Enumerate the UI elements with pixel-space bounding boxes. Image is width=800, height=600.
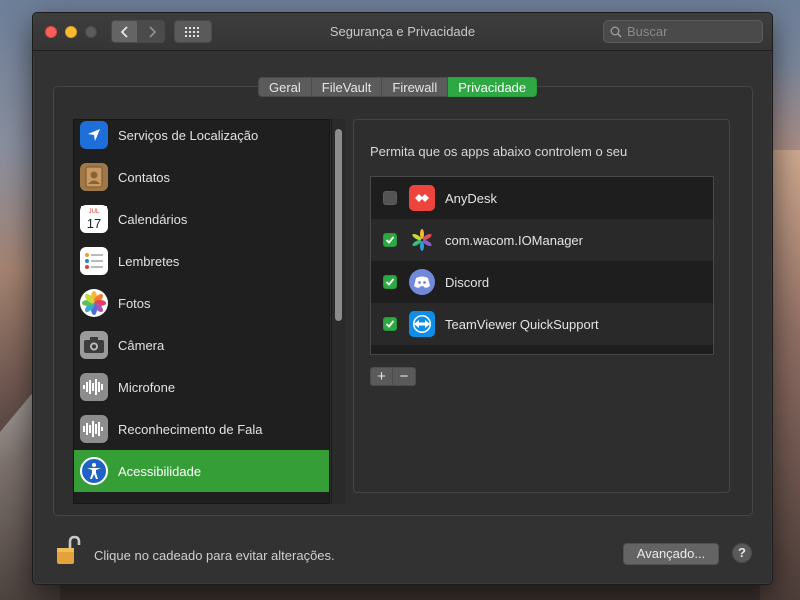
- remove-app-button[interactable]: −: [393, 367, 416, 386]
- title-bar: Segurança e Privacidade: [33, 13, 772, 51]
- sidebar-item-photos[interactable]: Fotos: [74, 282, 329, 324]
- app-checkbox[interactable]: [383, 233, 397, 247]
- teamviewer-icon: [409, 311, 435, 337]
- tab-geral[interactable]: Geral: [258, 77, 312, 97]
- app-row-teamviewer[interactable]: TeamViewer QuickSupport: [371, 303, 713, 345]
- svg-text:17: 17: [87, 216, 101, 231]
- discord-icon: [409, 269, 435, 295]
- sidebar-item-location[interactable]: Serviços de Localização: [74, 120, 329, 156]
- search-field[interactable]: [603, 20, 763, 43]
- app-list[interactable]: AnyDesk com.wacom.IOManager Discord Team…: [370, 176, 714, 355]
- contacts-book-icon: [80, 163, 108, 191]
- sidebar-item-microphone[interactable]: Microfone: [74, 366, 329, 408]
- reminders-list-icon: [80, 247, 108, 275]
- app-row-anydesk[interactable]: AnyDesk: [371, 177, 713, 219]
- sidebar-item-label: Lembretes: [118, 253, 180, 269]
- search-icon: [610, 26, 622, 38]
- sidebar-item-camera[interactable]: Câmera: [74, 324, 329, 366]
- permission-description: Permita que os apps abaixo controlem o s…: [370, 144, 628, 159]
- sidebar-item-label: Acessibilidade: [118, 463, 202, 479]
- calendar-icon: JUL 17: [80, 205, 108, 233]
- sidebar-item-calendars[interactable]: JUL 17 Calendários: [74, 198, 329, 240]
- app-name: com.wacom.IOManager: [445, 232, 583, 248]
- app-row-wacom[interactable]: com.wacom.IOManager: [371, 219, 713, 261]
- help-button[interactable]: ?: [732, 543, 752, 563]
- padlock-icon[interactable]: [55, 535, 81, 567]
- sidebar-item-label: Serviços de Localização: [118, 127, 259, 143]
- speech-waveform-icon: [80, 415, 108, 443]
- add-app-button[interactable]: +: [370, 367, 393, 386]
- sidebar-item-accessibility[interactable]: Acessibilidade: [74, 450, 329, 492]
- search-input[interactable]: [627, 24, 747, 39]
- preferences-window: Segurança e Privacidade Geral FileVault …: [32, 12, 773, 585]
- location-arrow-icon: [80, 121, 108, 149]
- app-checkbox[interactable]: [383, 191, 397, 205]
- app-name: AnyDesk: [445, 190, 498, 206]
- checkmark-icon: [385, 236, 395, 244]
- tab-firewall[interactable]: Firewall: [382, 77, 449, 97]
- sidebar-item-label: Reconhecimento de Fala: [118, 421, 263, 437]
- sidebar-item-reminders[interactable]: Lembretes: [74, 240, 329, 282]
- tab-privacidade[interactable]: Privacidade: [448, 77, 538, 97]
- camera-icon: [80, 331, 108, 359]
- app-row-discord[interactable]: Discord: [371, 261, 713, 303]
- checkmark-icon: [385, 320, 395, 328]
- photos-flower-icon: [80, 289, 108, 317]
- sidebar-item-label: Câmera: [118, 337, 165, 353]
- tab-bar: Geral FileVault Firewall Privacidade: [258, 77, 538, 97]
- accessibility-person-icon: [80, 457, 108, 485]
- sidebar-item-label: Calendários: [118, 211, 188, 227]
- app-name: Discord: [445, 274, 490, 290]
- sidebar-item-speech-recognition[interactable]: Reconhecimento de Fala: [74, 408, 329, 450]
- app-checkbox[interactable]: [383, 317, 397, 331]
- privacy-category-list[interactable]: Serviços de Localização Contatos JUL 17 …: [73, 119, 330, 504]
- checkmark-icon: [385, 278, 395, 286]
- app-checkbox[interactable]: [383, 275, 397, 289]
- sidebar-item-label: Contatos: [118, 169, 171, 185]
- sidebar-item-contacts[interactable]: Contatos: [74, 156, 329, 198]
- app-name: TeamViewer QuickSupport: [445, 316, 599, 332]
- anydesk-icon: [409, 185, 435, 211]
- svg-text:JUL: JUL: [89, 209, 100, 215]
- tab-filevault[interactable]: FileVault: [311, 77, 383, 97]
- advanced-button[interactable]: Avançado...: [623, 543, 719, 565]
- add-remove-buttons: + −: [370, 367, 416, 386]
- lock-hint: Clique no cadeado para evitar alterações…: [94, 548, 335, 563]
- microphone-waveform-icon: [80, 373, 108, 401]
- sidebar-item-label: Microfone: [118, 379, 176, 395]
- category-list-scrollbar[interactable]: [331, 119, 345, 504]
- sidebar-item-label: Fotos: [118, 295, 151, 311]
- scrollbar-thumb[interactable]: [335, 129, 342, 321]
- wacom-icon: [409, 227, 435, 253]
